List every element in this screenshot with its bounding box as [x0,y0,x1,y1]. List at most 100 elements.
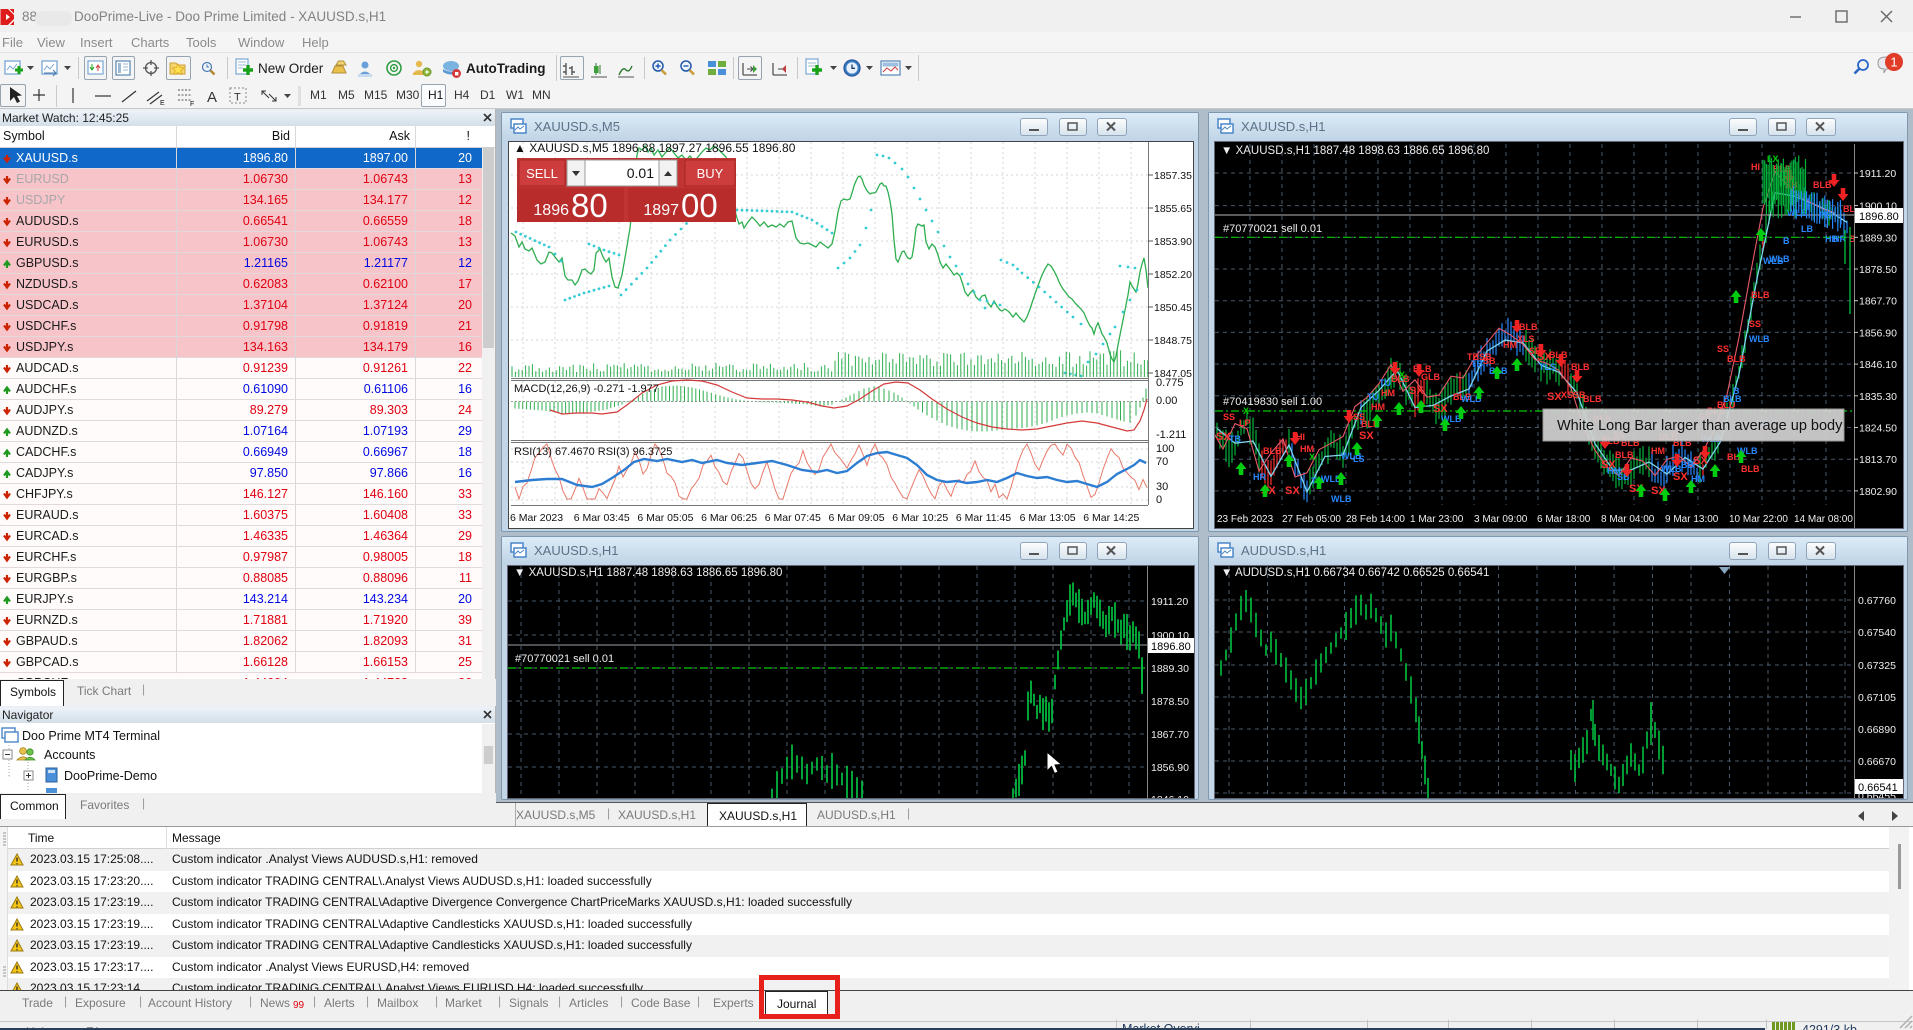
svg-text:F: F [190,101,194,108]
svg-text:1835.30: 1835.30 [1859,391,1897,403]
svg-text:LX: LX [1767,154,1779,164]
svg-text:TU: TU [1379,378,1391,388]
svg-text:HR: HR [1253,472,1266,482]
svg-text:T: T [234,92,241,104]
svg-text:BLB: BLB [1263,446,1282,456]
svg-text:1 Mar 23:00: 1 Mar 23:00 [1410,514,1464,525]
svg-text:1857.35: 1857.35 [1154,170,1192,182]
svg-text:6 Mar 18:00: 6 Mar 18:00 [1537,514,1591,525]
svg-text:1853.90: 1853.90 [1154,236,1192,248]
svg-text:BLB: BLB [1751,290,1770,300]
svg-text:30: 30 [1156,481,1168,493]
svg-text:BLB: BLB [1813,180,1832,190]
svg-text:BLB: BLB [1519,322,1538,332]
svg-text:1855.65: 1855.65 [1154,203,1192,215]
svg-text:6 Mar 07:45: 6 Mar 07:45 [765,512,821,524]
svg-text:1896.80: 1896.80 [1151,641,1191,653]
svg-text:9 Mar 13:00: 9 Mar 13:00 [1665,514,1719,525]
svg-text:▲ XAUUSD.s,M5 1896.88 1897.27: ▲ XAUUSD.s,M5 1896.88 1897.27 1896.55 18… [514,142,796,155]
svg-text:GLB: GLB [1421,372,1440,382]
svg-text:HM: HM [1381,388,1395,398]
svg-text:X: X [1399,370,1405,380]
svg-text:HM: HM [1503,340,1517,350]
svg-text:27 Feb 05:00: 27 Feb 05:00 [1282,514,1341,525]
svg-text:6 Mar 13:05: 6 Mar 13:05 [1020,512,1076,524]
svg-text:1848.75: 1848.75 [1154,335,1192,347]
svg-text:0.66890: 0.66890 [1858,724,1896,736]
svg-text:Doo Prime MT4 Terminal: Doo Prime MT4 Terminal [22,729,160,743]
svg-text:X: X [1309,452,1315,462]
svg-text:1889.30: 1889.30 [1151,663,1189,675]
svg-text:1896: 1896 [533,202,569,219]
svg-text:1802.90: 1802.90 [1859,486,1897,498]
svg-text:1896.80: 1896.80 [1859,211,1899,223]
svg-text:70: 70 [1156,456,1168,468]
svg-text:1850.45: 1850.45 [1154,302,1192,314]
svg-text:RSI(13) 67.4670 RSI(3) 96.372: RSI(13) 67.4670 RSI(3) 96.3725 [514,446,672,458]
svg-text:100: 100 [1156,443,1174,455]
svg-text:A: A [207,89,217,106]
svg-text:Accounts: Accounts [44,748,95,762]
svg-text:B: B [1783,236,1790,246]
svg-text:White Long Bar larger than ave: White Long Bar larger than average up bo… [1557,418,1843,434]
svg-text:#70770021 sell 0.01: #70770021 sell 0.01 [1223,223,1322,235]
svg-text:DooPrime-Demo: DooPrime-Demo [64,769,157,783]
svg-text:0.67760: 0.67760 [1858,595,1896,607]
svg-text:HI: HI [1751,162,1760,172]
svg-text:HM: HM [1371,402,1385,412]
svg-text:6 Mar 2023: 6 Mar 2023 [510,512,563,524]
svg-text:0: 0 [1156,494,1162,506]
svg-text:MACD(12,26,9) -0.271 -1.977: MACD(12,26,9) -0.271 -1.977 [514,383,659,395]
svg-text:New Order: New Order [258,61,324,76]
svg-text:1846.10: 1846.10 [1859,359,1897,371]
svg-text:80: 80 [571,187,608,224]
svg-text:00: 00 [681,187,718,224]
svg-text:0.775: 0.775 [1156,377,1184,389]
svg-text:BUY: BUY [697,166,724,181]
svg-text:TBSB: TBSB [1467,352,1492,362]
svg-text:BLB: BLB [1583,394,1602,404]
svg-text:6 Mar 03:45: 6 Mar 03:45 [574,512,630,524]
svg-text:1846.10: 1846.10 [1151,794,1189,799]
svg-text:0.01: 0.01 [627,165,654,181]
svg-text:SELL: SELL [526,166,558,181]
svg-text:0.67325: 0.67325 [1858,660,1896,672]
svg-text:8 Mar 04:00: 8 Mar 04:00 [1601,514,1655,525]
svg-text:1878.50: 1878.50 [1859,264,1897,276]
svg-text:HM: HM [1691,474,1705,484]
svg-text:0.66455: 0.66455 [1858,791,1896,800]
svg-text:X: X [1243,406,1249,416]
svg-text:LB: LB [1801,224,1813,234]
svg-text:1824.50: 1824.50 [1859,423,1897,435]
svg-text:#70770021 sell 0.01: #70770021 sell 0.01 [515,653,614,665]
svg-text:6 Mar 09:05: 6 Mar 09:05 [829,512,885,524]
svg-text:1878.50: 1878.50 [1151,696,1189,708]
svg-text:0.67105: 0.67105 [1858,692,1896,704]
svg-text:0.00: 0.00 [1156,395,1177,407]
svg-text:23 Feb 2023: 23 Feb 2023 [1217,514,1274,525]
svg-text:1: 1 [1890,55,1897,70]
svg-text:1911.20: 1911.20 [1859,168,1896,180]
svg-text:1867.70: 1867.70 [1151,729,1189,741]
svg-text:1813.70: 1813.70 [1859,454,1897,466]
svg-text:▼ XAUUSD.s,H1 1887.48 1898.63: ▼ XAUUSD.s,H1 1887.48 1898.63 1886.65 18… [514,567,782,579]
svg-text:6 Mar 11:45: 6 Mar 11:45 [956,512,1011,524]
svg-text:▼ AUDUSD.s,H1 0.66734 0.66742: ▼ AUDUSD.s,H1 0.66734 0.66742 0.66525 0.… [1221,567,1489,579]
svg-text:4291/3 kb: 4291/3 kb [1802,1023,1857,1030]
svg-text:WLB: WLB [1749,334,1770,344]
svg-text:TB: TB [1229,434,1241,444]
svg-text:0.67540: 0.67540 [1858,627,1896,639]
svg-text:E: E [160,100,165,107]
svg-text:B: B [1733,386,1740,396]
svg-text:TU: TU [1367,392,1379,402]
svg-text:1856.90: 1856.90 [1859,327,1897,339]
svg-text:BLB: BLB [1571,362,1590,372]
svg-text:▼ XAUUSD.s,H1 1887.48 1898.63: ▼ XAUUSD.s,H1 1887.48 1898.63 1886.65 18… [1221,145,1489,157]
svg-text:6 Mar 06:25: 6 Mar 06:25 [701,512,757,524]
svg-text:TLS: TLS [1539,362,1556,372]
svg-text:#70419830 sell 1.00: #70419830 sell 1.00 [1223,396,1322,408]
svg-text:LS: LS [1353,454,1365,464]
svg-text:WLB: WLB [1331,494,1352,504]
svg-text:1897: 1897 [643,202,679,219]
svg-text:14 Mar 08:00: 14 Mar 08:00 [1794,514,1853,525]
